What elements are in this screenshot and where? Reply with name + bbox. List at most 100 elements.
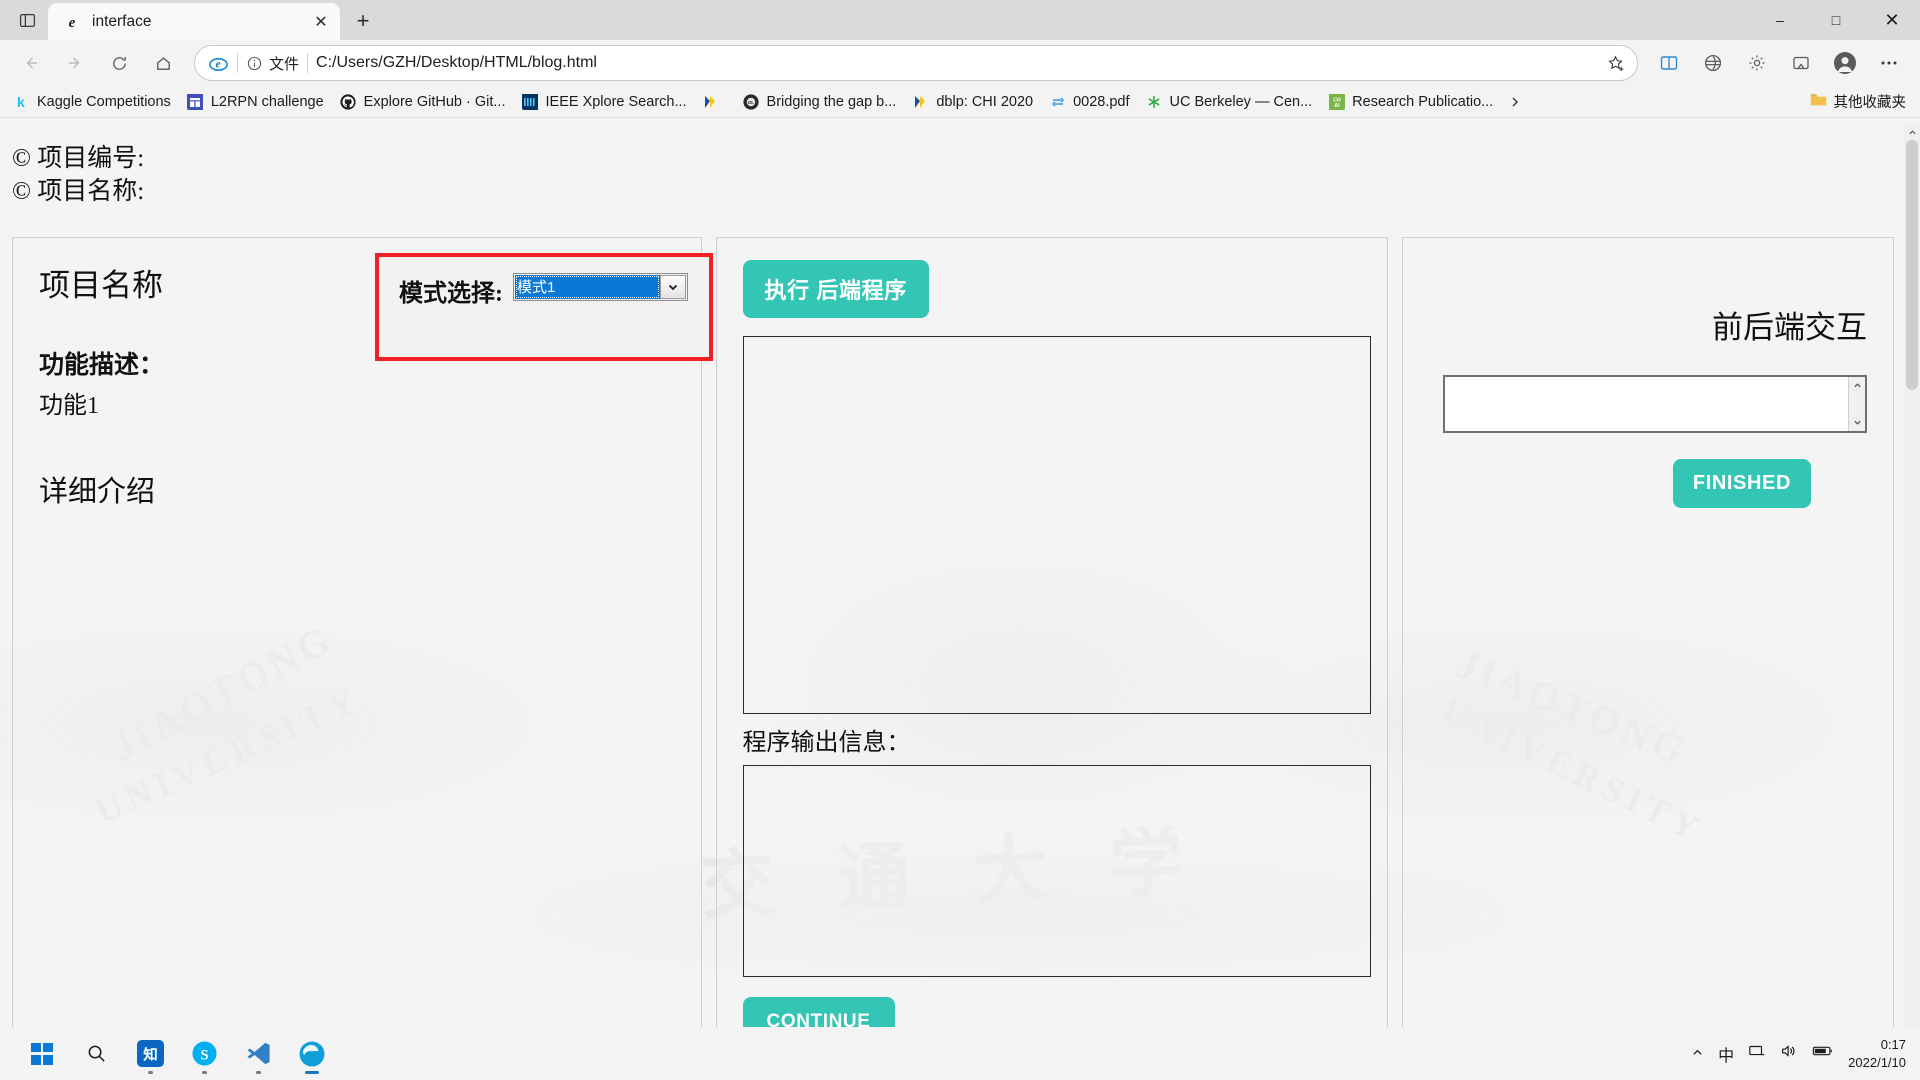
browser-tab[interactable]: e interface ✕ [48, 3, 340, 40]
arrow-right-icon[interactable] [54, 44, 96, 82]
bookmark-l2rpn[interactable]: L2RPN challenge [180, 89, 331, 114]
bookmarks-bar: k Kaggle Competitions L2RPN challenge Ex… [0, 86, 1920, 118]
skype-app-icon[interactable]: S [182, 1032, 226, 1076]
split-screen-icon[interactable] [1648, 44, 1690, 82]
more-ellipsis-icon[interactable] [1868, 44, 1910, 82]
bookmark-0028-pdf[interactable]: 0028.pdf [1042, 89, 1136, 114]
bookmark-github[interactable]: Explore GitHub · Git... [333, 89, 513, 114]
run-backend-button[interactable]: 执行 后端程序 [742, 259, 929, 318]
bookmark-uc-berkeley[interactable]: UC Berkeley — Cen... [1139, 89, 1320, 114]
textarea-scrollbar[interactable] [1848, 376, 1865, 431]
network-icon[interactable] [1748, 1043, 1766, 1064]
bookmark-dblp-chi-2020[interactable]: dblp: CHI 2020 [905, 89, 1040, 114]
panel-row: 项目名称 功能描述： 功能1 详细介绍 模式选择: 模式1 执行 后端程序 程序… [12, 236, 1920, 1027]
star-plus-icon[interactable] [1603, 50, 1629, 76]
taskbar-clock[interactable]: 0:17 2022/1/10 [1848, 1036, 1906, 1071]
project-number-line: © 项目编号: [12, 145, 145, 172]
ime-indicator[interactable]: 中 [1718, 1042, 1734, 1066]
feature-desc-value: 功能1 [39, 392, 99, 419]
bookmark-label: 0028.pdf [1073, 93, 1130, 110]
vscode-app-icon[interactable] [236, 1032, 280, 1076]
mode-select-value[interactable]: 模式1 [515, 274, 660, 299]
other-favorites-label: 其他收藏夹 [1833, 95, 1907, 111]
zhihu-app-icon[interactable]: 知 [128, 1032, 172, 1076]
continue-button[interactable]: CONTINUE [742, 996, 895, 1027]
arrow-left-icon[interactable] [10, 44, 52, 82]
plus-icon[interactable]: + [346, 4, 380, 38]
volume-icon[interactable] [1780, 1043, 1798, 1064]
svg-text:DL: DL [748, 100, 754, 105]
dblp-icon [912, 93, 929, 110]
bookmark-bridging-the-gap[interactable]: DL Bridging the gap b... [736, 89, 904, 114]
battery-icon[interactable] [1812, 1044, 1834, 1063]
interaction-title: 前后端交互 [1712, 309, 1867, 345]
refresh-icon[interactable] [98, 44, 140, 82]
chevron-up-icon[interactable] [1691, 1046, 1704, 1062]
bookmark-label: L2RPN challenge [210, 93, 324, 110]
ieee-icon [522, 93, 539, 110]
program-display-area[interactable] [742, 335, 1371, 714]
bookmark-label: Explore GitHub · Git... [363, 93, 506, 110]
right-panel: 前后端交互 FINISHED [1401, 236, 1894, 1027]
svg-text:S: S [200, 1047, 208, 1063]
svg-text:AI: AI [1334, 103, 1340, 109]
system-tray: 中 0:17 2022/1/10 [1691, 1036, 1920, 1071]
program-output-area[interactable] [742, 764, 1371, 977]
close-icon[interactable]: ✕ [310, 11, 332, 33]
tab-strip: e interface ✕ + – □ ✕ [0, 0, 1920, 40]
chevron-down-icon[interactable] [1849, 414, 1865, 431]
interaction-textarea[interactable] [1443, 374, 1867, 433]
svg-text:知: 知 [143, 1045, 157, 1063]
l2rpn-icon [187, 93, 204, 110]
chevron-down-icon[interactable] [660, 274, 686, 299]
acrobat-pdf-icon [703, 93, 720, 110]
scheme-label: 文件 [269, 55, 300, 73]
sync-pdf-icon [1049, 93, 1066, 110]
uc-berkeley-icon [1146, 93, 1163, 110]
chevron-up-icon[interactable] [1849, 377, 1865, 394]
acm-dl-icon: DL [743, 93, 760, 110]
browser-essentials-icon[interactable] [1780, 44, 1822, 82]
svg-text:k: k [17, 94, 25, 110]
clock-date: 2022/1/10 [1848, 1054, 1906, 1070]
minimize-button[interactable]: – [1752, 0, 1808, 40]
chevron-right-icon[interactable] [1502, 95, 1528, 109]
bookmark-label: UC Berkeley — Cen... [1169, 93, 1313, 110]
bookmark-ieee-xplore[interactable]: IEEE Xplore Search... [515, 89, 694, 114]
settings-gear-icon[interactable] [1736, 44, 1778, 82]
interaction-textarea-field[interactable] [1445, 377, 1848, 431]
ie-e-icon: e [62, 12, 82, 32]
interaction-textarea-wrap [1429, 374, 1867, 433]
divider-2 [307, 53, 309, 73]
detail-intro-label: 详细介绍 [39, 475, 156, 508]
url-text[interactable]: C:/Users/GZH/Desktop/HTML/blog.html [316, 54, 1595, 72]
mode-select-dropdown[interactable]: 模式1 [513, 272, 688, 301]
edge-app-icon[interactable] [290, 1032, 334, 1076]
maximize-button[interactable]: □ [1808, 0, 1864, 40]
window-close-button[interactable]: ✕ [1864, 0, 1920, 40]
clock-time: 0:17 [1880, 1036, 1906, 1052]
bookmark-label: Bridging the gap b... [766, 93, 897, 110]
bookmark-label: IEEE Xplore Search... [545, 93, 687, 110]
profile-avatar-icon[interactable] [1824, 44, 1866, 82]
bookmark-pdf-unnamed[interactable] [696, 89, 734, 114]
search-icon[interactable] [74, 1032, 118, 1076]
navigation-bar: e 文件 C:/Users/GZH/Desktop/HTML/blog.html [0, 40, 1920, 86]
windows-start-icon[interactable] [20, 1032, 64, 1076]
other-favorites-button[interactable]: 其他收藏夹 [1802, 87, 1915, 116]
address-bar[interactable]: e 文件 C:/Users/GZH/Desktop/HTML/blog.html [194, 45, 1638, 81]
taskbar: 知 S 中 0:17 2022/1/10 [0, 1027, 1920, 1080]
internet-explorer-icon[interactable]: e [207, 52, 229, 74]
tab-list-icon[interactable] [6, 2, 48, 38]
browser-window: e interface ✕ + – □ ✕ e 文件 C:/Users/GZH/… [0, 0, 1920, 1080]
svg-text:e: e [215, 58, 220, 70]
taskbar-items: 知 S [20, 1032, 334, 1076]
collections-icon[interactable] [1692, 44, 1734, 82]
bookmark-research-publications[interactable]: CH AI Research Publicatio... [1321, 89, 1500, 114]
mode-select-box: 模式选择: 模式1 [375, 252, 713, 361]
bookmark-kaggle[interactable]: k Kaggle Competitions [6, 89, 178, 114]
site-information[interactable]: 文件 [246, 53, 299, 74]
finished-button[interactable]: FINISHED [1672, 458, 1811, 508]
home-icon[interactable] [142, 44, 184, 82]
project-name-line: © 项目名称: [12, 178, 145, 206]
